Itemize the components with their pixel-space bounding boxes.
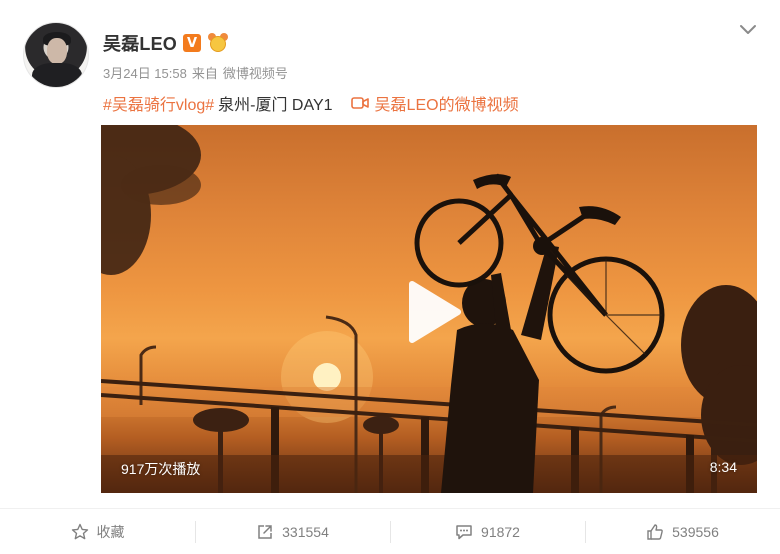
repost-count: 331554 xyxy=(282,523,329,540)
post-date[interactable]: 3月24日 15:58 xyxy=(103,63,187,82)
like-count: 539556 xyxy=(672,523,719,540)
video-link-label: 吴磊LEO的微博视频 xyxy=(374,97,519,114)
chevron-down-icon[interactable] xyxy=(738,22,758,38)
author-row: 吴磊LEO V xyxy=(103,31,229,55)
comment-icon xyxy=(456,524,472,539)
action-bar: 收藏 331554 91872 539556 xyxy=(0,508,780,554)
play-count: 917万次播放 xyxy=(121,461,201,477)
member-emoji-icon xyxy=(207,33,229,53)
post-body-text: 泉州-厦门 DAY1 xyxy=(218,97,333,114)
source-prefix: 来自 xyxy=(191,66,218,81)
thumbs-up-icon xyxy=(647,523,663,540)
comment-count: 91872 xyxy=(481,523,520,540)
video-player[interactable]: 917万次播放 8:34 xyxy=(101,125,757,493)
repost-button[interactable]: 331554 xyxy=(195,517,390,547)
post-text: #吴磊骑行vlog# 泉州-厦门 DAY1 吴磊LEO的微博视频 xyxy=(103,91,519,115)
weibo-post-card: 吴磊LEO V 3月24日 15:58 来自 微博视频号 #吴磊骑行vlog# … xyxy=(0,0,780,554)
video-icon xyxy=(350,97,369,109)
comment-button[interactable]: 91872 xyxy=(390,517,585,547)
like-button[interactable]: 539556 xyxy=(585,517,780,547)
post-source: 微博视频号 xyxy=(222,66,288,81)
star-icon xyxy=(71,523,88,539)
video-duration: 8:34 xyxy=(709,459,737,475)
video-link[interactable]: 吴磊LEO的微博视频 xyxy=(350,91,519,115)
avatar[interactable] xyxy=(23,22,89,88)
play-icon[interactable] xyxy=(400,280,464,344)
topic-link[interactable]: #吴磊骑行vlog# xyxy=(103,91,214,115)
favorite-label: 收藏 xyxy=(96,523,125,540)
post-meta: 3月24日 15:58 来自 微博视频号 xyxy=(103,63,288,82)
favorite-button[interactable]: 收藏 xyxy=(0,517,195,547)
author-name[interactable]: 吴磊LEO xyxy=(103,30,177,56)
verified-badge-icon: V xyxy=(183,34,202,52)
share-icon xyxy=(258,524,272,539)
